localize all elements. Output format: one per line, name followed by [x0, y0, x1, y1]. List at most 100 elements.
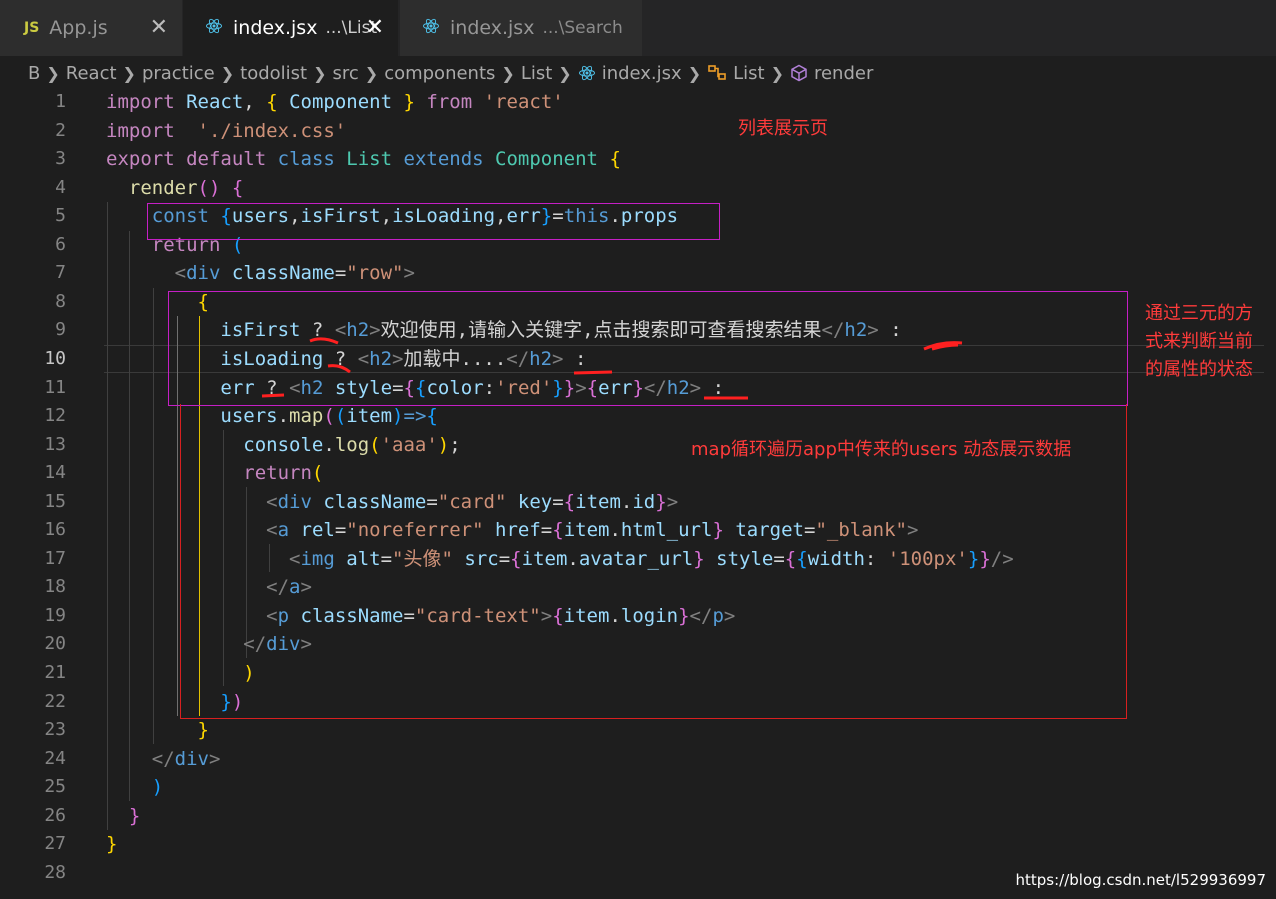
react-icon: [578, 65, 595, 81]
code-text[interactable]: }: [106, 716, 209, 745]
destructure-highlight-box: [147, 203, 720, 240]
tab-label: App.js: [49, 17, 108, 39]
react-icon: [205, 17, 223, 40]
line-number: 12: [44, 405, 66, 427]
line-number: 16: [44, 519, 66, 541]
tab-label: index.jsx: [450, 17, 535, 39]
ternary-annotation-line-1: 通过三元的方: [1145, 303, 1253, 324]
code-line[interactable]: 1 import React, { Component } from 'react…: [0, 88, 1276, 117]
breadcrumb-file-label: index.jsx: [601, 62, 682, 84]
breadcrumb-class[interactable]: List: [707, 62, 765, 84]
code-text[interactable]: }: [106, 830, 117, 859]
code-text[interactable]: }: [106, 802, 140, 831]
line-number: 11: [44, 376, 66, 398]
breadcrumb-file[interactable]: index.jsx: [578, 63, 682, 84]
code-line[interactable]: 26 }: [0, 802, 1276, 831]
code-text[interactable]: export default class List extends Compon…: [106, 145, 621, 174]
chevron-right-icon: ❯: [770, 63, 784, 83]
breadcrumb-item[interactable]: components: [384, 63, 495, 84]
code-text[interactable]: ): [106, 773, 163, 802]
tab-bar: JS App.js ✕ index.jsx ...\List ✕ index.j…: [0, 0, 1276, 56]
code-line[interactable]: 23 }: [0, 716, 1276, 745]
ternary-annotation-line-2: 式来判断当前: [1145, 331, 1253, 352]
breadcrumb-item[interactable]: List: [521, 63, 552, 84]
close-icon[interactable]: ✕: [366, 15, 384, 40]
question-mark-underline: [309, 337, 339, 345]
watermark: https://blog.csdn.net/l529936997: [1015, 871, 1266, 889]
breadcrumb-item[interactable]: practice: [142, 63, 215, 84]
code-text[interactable]: <div className="row">: [106, 259, 415, 288]
chevron-right-icon: ❯: [122, 63, 136, 83]
breadcrumb-item[interactable]: todolist: [240, 63, 307, 84]
tab-app-js[interactable]: JS App.js ✕: [0, 0, 182, 56]
code-line[interactable]: 3 export default class List extends Compo…: [0, 145, 1276, 174]
line-number: 15: [44, 490, 66, 512]
code-line[interactable]: 25 ): [0, 773, 1276, 802]
map-annotation: map循环遍历app中传来的users 动态展示数据: [691, 439, 1072, 460]
colon-underline: [923, 341, 963, 351]
ternary-annotation-line-3: 的属性的状态: [1145, 359, 1253, 380]
line-number: 21: [44, 662, 66, 683]
line-number: 9: [55, 319, 66, 341]
close-icon[interactable]: ✕: [150, 15, 168, 40]
code-text[interactable]: import React, { Component } from 'react': [106, 88, 564, 117]
code-text[interactable]: </div>: [106, 745, 221, 774]
line-number: 2: [55, 119, 66, 141]
tab-label: index.jsx: [233, 17, 318, 39]
line-number: 13: [44, 433, 66, 455]
line-number: 4: [55, 176, 66, 198]
chevron-right-icon: ❯: [313, 63, 327, 83]
question-mark-underline: [261, 393, 285, 398]
line-number: 14: [44, 462, 66, 484]
line-number: 20: [44, 633, 66, 655]
tab-description: ...\Search: [542, 18, 623, 38]
code-text[interactable]: render() {: [106, 174, 243, 203]
chevron-right-icon: ❯: [364, 63, 379, 83]
line-number: 24: [44, 747, 66, 769]
line-number: 17: [44, 547, 66, 569]
line-number: 5: [55, 205, 66, 227]
chevron-right-icon: ❯: [558, 63, 572, 83]
line-number: 1: [55, 91, 66, 112]
breadcrumb: B ❯ React ❯ practice ❯ todolist ❯ src ❯ …: [0, 56, 1276, 90]
tab-index-jsx-list[interactable]: index.jsx ...\List ✕: [183, 0, 398, 56]
code-line[interactable]: 7 <div className="row">: [0, 259, 1276, 288]
colon-underline: [704, 396, 748, 400]
list-page-annotation: 列表展示页: [738, 118, 828, 139]
chevron-right-icon: ❯: [501, 63, 515, 83]
line-number: 8: [55, 290, 66, 312]
line-number: 19: [44, 604, 66, 626]
line-number: 10: [44, 347, 66, 369]
line-number: 23: [44, 719, 66, 741]
breadcrumb-item[interactable]: src: [333, 63, 359, 84]
breadcrumb-item[interactable]: React: [66, 63, 117, 84]
question-mark-underline: [327, 364, 351, 374]
line-number: 28: [44, 861, 66, 883]
line-number: 3: [55, 148, 66, 170]
line-number: 27: [44, 833, 66, 855]
method-cube-icon: [791, 64, 807, 82]
line-number: 26: [44, 804, 66, 826]
line-number: 25: [44, 776, 66, 798]
line-number: 22: [44, 690, 66, 712]
breadcrumb-item[interactable]: B: [28, 63, 40, 84]
colon-underline: [573, 370, 613, 375]
line-number: 18: [44, 576, 66, 598]
class-symbol-icon: [708, 65, 726, 80]
tab-index-jsx-search[interactable]: index.jsx ...\Search: [400, 0, 642, 56]
chevron-right-icon: ❯: [687, 63, 702, 83]
code-line[interactable]: 27}: [0, 830, 1276, 859]
code-line[interactable]: 2 import './index.css': [0, 117, 1276, 146]
js-file-icon: JS: [24, 20, 40, 36]
react-icon: [422, 17, 440, 40]
chevron-right-icon: ❯: [46, 63, 60, 83]
breadcrumb-method-label: render: [813, 62, 874, 84]
breadcrumb-method[interactable]: render: [790, 63, 873, 84]
code-line[interactable]: 24 </div>: [0, 745, 1276, 774]
line-number: 6: [55, 233, 66, 255]
code-line[interactable]: 4 render() {: [0, 174, 1276, 203]
code-text[interactable]: import './index.css': [106, 117, 346, 146]
chevron-right-icon: ❯: [220, 63, 235, 83]
line-number: 7: [55, 262, 66, 284]
breadcrumb-class-label: List: [733, 62, 765, 84]
